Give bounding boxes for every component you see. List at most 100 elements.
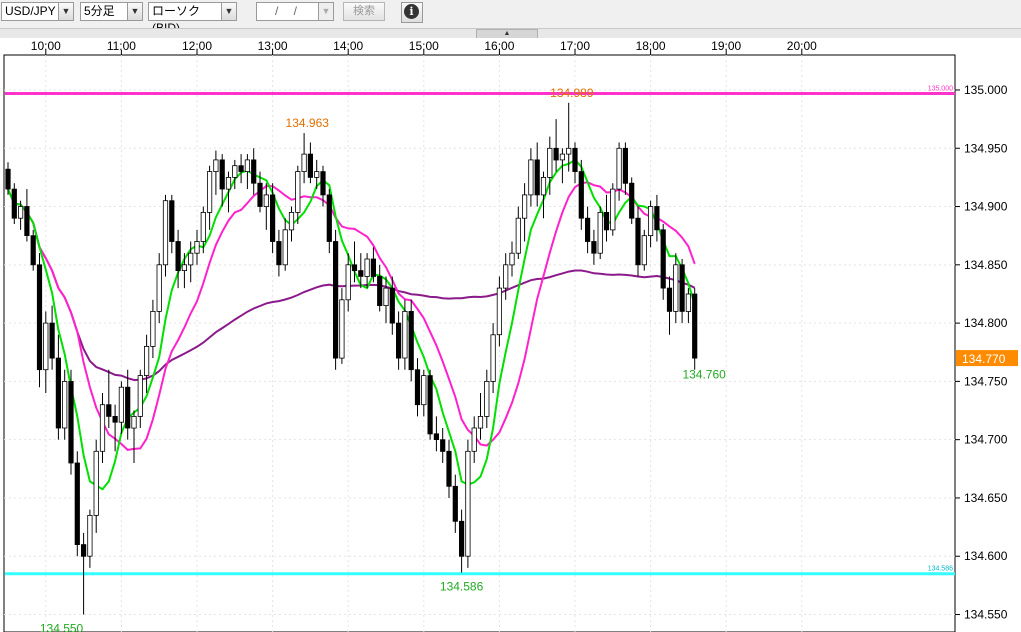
date-dropdown-button[interactable]: ▼ <box>318 2 334 21</box>
bull-candle-body <box>522 194 528 219</box>
bull-candle-body <box>263 194 269 207</box>
y-tick-label: 134.800 <box>964 316 1008 330</box>
bear-candle-body <box>351 264 358 272</box>
bear-candle-body <box>332 241 339 359</box>
bull-candle-body <box>99 404 106 452</box>
bull-candle-body <box>43 322 49 371</box>
candle <box>465 439 471 568</box>
bear-candle-body <box>257 182 263 207</box>
bear-candle-body <box>572 147 578 173</box>
bear-candle-body <box>11 188 17 219</box>
symbol-select[interactable]: USD/JPY <box>1 2 59 21</box>
bull-candle-body <box>345 264 351 301</box>
candle <box>641 229 647 271</box>
bear-candle-body <box>427 375 433 435</box>
y-tick-label: 134.850 <box>964 258 1008 272</box>
bull-candle-body <box>471 427 477 452</box>
bull-candle-body <box>188 252 194 266</box>
bull-candle-body <box>225 176 232 190</box>
bull-candle-body <box>295 171 301 213</box>
bear-candle-body <box>666 287 673 312</box>
bear-candle-body <box>440 439 446 452</box>
bear-candle-body <box>679 264 685 312</box>
bull-candle-body <box>288 211 295 231</box>
bull-candle-body <box>496 287 503 336</box>
chart-type-dropdown-button[interactable]: ▼ <box>221 2 237 21</box>
bull-candle-body <box>673 264 679 312</box>
lower-line-label: 134.586 <box>928 566 953 573</box>
toolbar: USD/JPY ▼ 5分足 ▼ ローソク(BID) ▼ / / ▼ 検索 i <box>0 0 1021 35</box>
bull-candle-body <box>162 200 169 266</box>
bear-candle-body <box>307 153 314 178</box>
bull-candle-body <box>421 375 427 406</box>
chevron-down-icon: ▼ <box>224 6 234 16</box>
timeframe-select[interactable]: 5分足 <box>80 2 128 21</box>
y-tick-label: 134.600 <box>964 549 1008 563</box>
bull-candle-body <box>685 293 692 312</box>
bear-candle-body <box>219 159 225 190</box>
bear-candle-body <box>81 544 87 557</box>
x-tick-label: 13:00 <box>258 39 288 53</box>
bear-candle-body <box>622 147 629 184</box>
triangle-up-icon: ▲ <box>503 30 511 37</box>
bull-candle-body <box>503 264 509 289</box>
info-icon: i <box>404 4 419 19</box>
bull-candle-body <box>566 147 572 155</box>
bull-candle-body <box>465 450 471 557</box>
bull-candle-body <box>143 345 150 376</box>
bull-candle-body <box>314 171 320 178</box>
bear-candle-body <box>377 276 383 307</box>
chevron-down-icon: ▼ <box>321 6 331 16</box>
candle <box>660 224 666 300</box>
chart-type-select[interactable]: ローソク(BID) <box>148 2 222 35</box>
bull-candle-body <box>206 171 213 213</box>
bull-candle-body <box>641 235 647 266</box>
y-tick-label: 134.950 <box>964 141 1008 155</box>
bull-candle-body <box>93 450 99 516</box>
info-button[interactable]: i <box>401 2 423 23</box>
bull-candle-body <box>597 211 603 254</box>
search-button[interactable]: 検索 <box>343 2 385 21</box>
bear-candle-body <box>320 171 326 196</box>
bull-candle-body <box>528 159 534 196</box>
bull-candle-body <box>540 176 547 196</box>
candle <box>339 288 345 364</box>
bull-candle-body <box>383 287 389 307</box>
bull-candle-body <box>194 241 200 254</box>
candlestick-chart: 10:00 11:00 12:00 13:00 14:00 15:00 16:00 17:00… <box>0 38 1021 632</box>
candle <box>597 206 603 259</box>
bear-candle-body <box>408 310 414 371</box>
symbol-dropdown-button[interactable]: ▼ <box>58 2 74 21</box>
bull-candle-body <box>515 217 521 254</box>
candle <box>629 177 635 225</box>
low-annotation: 134.550 <box>40 622 84 632</box>
x-tick-label: 19:00 <box>711 39 741 53</box>
bear-candle-body <box>414 369 421 406</box>
timeframe-dropdown-button[interactable]: ▼ <box>127 2 143 21</box>
bear-candle-body <box>269 194 276 242</box>
bear-candle-body <box>55 357 62 429</box>
bull-candle-body <box>118 386 124 423</box>
bull-candle-body <box>17 206 24 219</box>
bull-candle-body <box>610 188 616 231</box>
y-tick-label: 134.750 <box>964 374 1008 388</box>
last-price-annotation: 134.760 <box>682 368 726 382</box>
chevron-down-icon: ▼ <box>130 6 140 16</box>
x-tick-label: 18:00 <box>636 39 666 53</box>
candle <box>692 288 698 370</box>
bear-candle-body <box>578 171 584 219</box>
bear-candle-body <box>125 386 131 429</box>
candle <box>68 369 74 475</box>
candle <box>30 229 36 271</box>
bear-candle-body <box>30 235 36 266</box>
candle <box>610 183 616 236</box>
x-tick-label: 11:00 <box>107 39 136 53</box>
y-tick-label: 135.000 <box>964 83 1008 97</box>
bear-candle-body <box>358 270 364 277</box>
bull-candle-body <box>232 165 238 178</box>
bear-candle-body <box>112 415 118 423</box>
bull-candle-body <box>509 252 515 266</box>
x-tick-label: 17:00 <box>560 39 590 53</box>
bull-candle-body <box>648 206 654 237</box>
date-input[interactable]: / / <box>256 2 319 21</box>
